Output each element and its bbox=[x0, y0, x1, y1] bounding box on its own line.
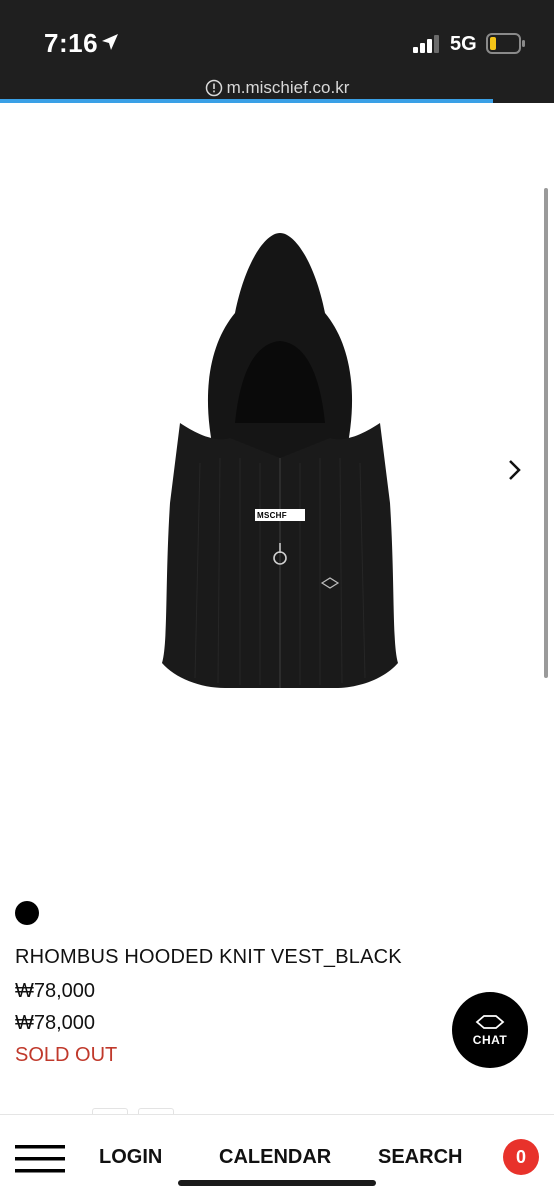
nav-search[interactable]: SEARCH bbox=[378, 1146, 462, 1169]
battery-icon bbox=[486, 33, 525, 54]
status-bar: 7:16 5G m.mischief.co.kr bbox=[0, 0, 554, 103]
price-original: ₩78,000 bbox=[15, 980, 96, 1002]
cart-count-badge[interactable]: 0 bbox=[503, 1139, 539, 1175]
location-arrow-icon bbox=[102, 34, 118, 50]
price-sale: ₩78,000 bbox=[15, 1012, 96, 1034]
network-type: 5G bbox=[450, 33, 477, 55]
color-swatch-black[interactable] bbox=[15, 901, 39, 925]
info-icon bbox=[205, 79, 222, 97]
nav-calendar[interactable]: CALENDAR bbox=[219, 1146, 331, 1169]
url-text: m.mischief.co.kr bbox=[226, 78, 350, 97]
product-gallery[interactable]: MSCHF bbox=[0, 103, 554, 883]
product-image bbox=[162, 233, 398, 688]
hamburger-menu-icon[interactable] bbox=[15, 1145, 65, 1173]
chat-button[interactable]: CHAT bbox=[452, 992, 528, 1068]
chat-label: CHAT bbox=[472, 1032, 508, 1047]
signal-icon bbox=[413, 35, 439, 53]
rhombus-icon bbox=[475, 1014, 505, 1029]
chevron-right-icon[interactable] bbox=[502, 458, 526, 482]
bottom-nav: LOGIN CALENDAR SEARCH 0 bbox=[0, 1114, 554, 1201]
nav-login[interactable]: LOGIN bbox=[99, 1146, 162, 1169]
scrollbar[interactable] bbox=[544, 188, 548, 678]
home-indicator bbox=[178, 1180, 376, 1186]
status-time: 7:16 bbox=[44, 28, 99, 58]
product-name: RHOMBUS HOODED KNIT VEST_BLACK bbox=[15, 946, 402, 968]
url-bar[interactable]: m.mischief.co.kr bbox=[0, 76, 554, 100]
sold-out-status: SOLD OUT bbox=[15, 1044, 118, 1066]
product-label-text: MSCHF bbox=[257, 511, 287, 520]
